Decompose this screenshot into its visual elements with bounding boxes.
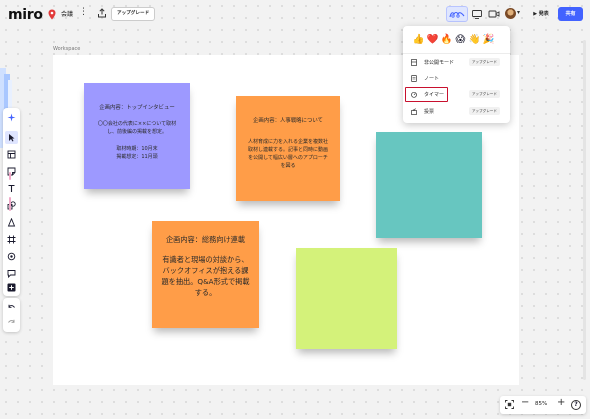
pen-tool[interactable]: [5, 216, 18, 229]
timer-highlight-box: [405, 87, 448, 102]
comment-tool[interactable]: [5, 267, 18, 280]
more-options-icon[interactable]: ⋮: [79, 8, 88, 17]
creation-toolbar: [3, 108, 20, 296]
menu-item-label: 投票: [424, 109, 435, 115]
fit-to-screen-icon[interactable]: [505, 400, 514, 409]
fire-emoji[interactable]: 🔥: [440, 33, 453, 46]
frame-icon: [7, 235, 16, 244]
zoom-out-button[interactable]: −: [521, 398, 529, 408]
undo-redo-panel: [3, 298, 20, 332]
sticky-note-interview[interactable]: 企画内容：トップインタビュー 〇〇会社の代表に××について取材し、前後編の掲載を…: [84, 83, 190, 189]
reactions-button[interactable]: [446, 6, 468, 22]
zoom-level[interactable]: 85%: [535, 401, 547, 407]
pen-icon: [7, 218, 16, 227]
zoom-in-button[interactable]: +: [557, 398, 565, 408]
text-icon: [8, 184, 15, 192]
menu-divider: [403, 53, 510, 54]
note-icon: [411, 75, 417, 82]
frame-tool[interactable]: [5, 233, 18, 246]
select-tool[interactable]: [5, 131, 18, 144]
board-name[interactable]: 会議: [61, 9, 73, 18]
comment-icon: [7, 270, 16, 278]
shapes-tool[interactable]: [5, 199, 18, 212]
share-label: 共有: [565, 11, 576, 17]
private-mode-icon: [411, 59, 417, 66]
user-avatar[interactable]: [505, 8, 516, 19]
upgrade-badge: アップグレード: [468, 58, 500, 66]
shocked-emoji[interactable]: 😱: [454, 33, 467, 46]
sticky-title: 企画内容：総務向け連載: [165, 235, 246, 244]
undo-icon: [8, 304, 15, 308]
sticky-body: 人材育成に力を入れる企業を複数社取材し連載する。記事と同時に動画を公開して幅広い…: [247, 139, 328, 169]
menu-item-label: ノート: [424, 76, 440, 82]
pink-marker: [9, 197, 11, 211]
sticky-body-dates: 取材時期：10月末 掲載想定：11月頭: [116, 146, 158, 160]
thumbs-up-emoji[interactable]: 👍: [412, 33, 425, 46]
menu-item-private-mode[interactable]: 非公開モード アップグレード: [408, 57, 505, 68]
pink-marker: [9, 172, 11, 180]
upgrade-badge: アップグレード: [468, 107, 500, 115]
plus-square-icon: [7, 283, 16, 292]
location-pin-icon: [48, 9, 56, 20]
reactions-icon: [449, 11, 465, 18]
emoji-reactions: 👍 ❤️ 🔥 😱 👋 🎉: [412, 33, 495, 46]
redo-button[interactable]: [5, 316, 18, 329]
vote-icon: [411, 108, 417, 115]
menu-item-vote[interactable]: 投票 アップグレード: [408, 106, 505, 117]
help-icon[interactable]: ?: [571, 400, 581, 410]
templates-tool[interactable]: [5, 148, 18, 161]
frame-label[interactable]: Workspace: [53, 46, 80, 52]
sticky-note-admin-series[interactable]: 企画内容：総務向け連載 有識者と現場の対談から、バックオフィスが抱える課題を抽出…: [152, 221, 259, 328]
zoom-controls: − 85% + ?: [500, 396, 586, 414]
sticky-note-teal[interactable]: [376, 132, 482, 238]
link-tool[interactable]: [5, 250, 18, 263]
party-emoji[interactable]: 🎉: [482, 33, 495, 46]
screen-share-icon[interactable]: [471, 8, 483, 20]
present-button[interactable]: ▶ 発表: [528, 7, 554, 21]
sticky-body: 〇〇会社の代表に××について取材し、前後編の掲載を想定。: [97, 121, 177, 135]
miro-logo[interactable]: miro: [8, 7, 43, 23]
undo-button[interactable]: [5, 301, 18, 314]
chevron-down-icon[interactable]: ▾: [517, 9, 520, 16]
wave-emoji[interactable]: 👋: [468, 33, 481, 46]
text-tool[interactable]: [5, 182, 18, 195]
video-call-icon[interactable]: [488, 8, 500, 20]
menu-item-notes[interactable]: ノート: [408, 73, 505, 84]
heart-emoji[interactable]: ❤️: [426, 33, 439, 46]
upgrade-button[interactable]: アップグレード: [111, 7, 156, 21]
share-button[interactable]: 共有: [558, 7, 583, 21]
upgrade-badge: アップグレード: [468, 90, 500, 98]
add-more-tool[interactable]: [5, 281, 18, 294]
sticky-note-hr-strategy[interactable]: 企画内容：人事戦略について 人材育成に力を入れる企業を複数社取材し連載する。記事…: [236, 96, 340, 201]
sticky-body: 有識者と現場の対談から、バックオフィスが抱える課題を抽出。Q&A形式で掲載する。: [161, 255, 250, 297]
sticky-title: 企画内容：人事戦略について: [253, 118, 323, 124]
sticky-title: 企画内容：トップインタビュー: [99, 105, 175, 111]
vertical-scrollbar[interactable]: [583, 40, 586, 380]
redo-icon: [8, 319, 15, 323]
link-icon: [7, 252, 16, 261]
export-icon[interactable]: [97, 8, 107, 18]
cursor-icon: [9, 134, 15, 142]
menu-item-label: 非公開モード: [424, 60, 455, 66]
sticky-note-tool[interactable]: [5, 165, 18, 178]
sparkle-icon: [7, 113, 16, 122]
sticky-note-lime[interactable]: [296, 248, 397, 349]
template-icon: [7, 150, 16, 159]
reactions-menu: 👍 ❤️ 🔥 😱 👋 🎉 非公開モード アップグレード ノート タイマー アップ…: [403, 26, 510, 123]
ai-sparkle-button[interactable]: [5, 111, 18, 124]
